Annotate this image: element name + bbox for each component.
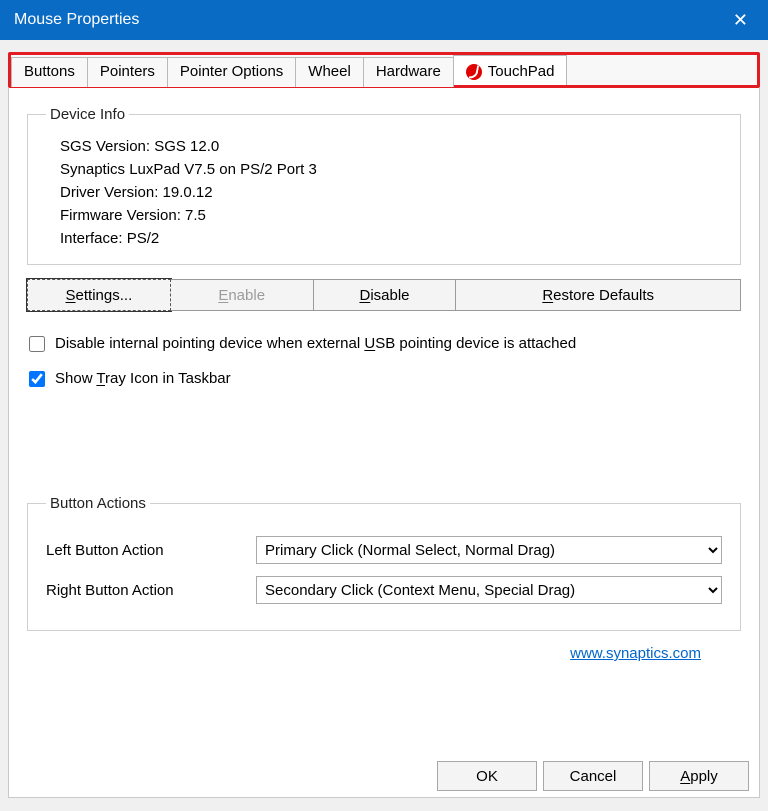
tab-pointers[interactable]: Pointers <box>87 57 168 87</box>
show-tray-checkbox[interactable] <box>29 371 45 387</box>
info-sgs-version: SGS Version: SGS 12.0 <box>60 135 722 158</box>
left-button-select[interactable]: Primary Click (Normal Select, Normal Dra… <box>256 536 722 564</box>
tab-content: Device Info SGS Version: SGS 12.0 Synapt… <box>8 88 760 798</box>
left-button-label: Left Button Action <box>46 542 256 559</box>
synaptics-icon <box>466 64 482 80</box>
device-info-group: Device Info SGS Version: SGS 12.0 Synapt… <box>27 106 741 265</box>
settings-button[interactable]: Settings... <box>27 279 171 311</box>
tab-hardware[interactable]: Hardware <box>363 57 454 87</box>
disable-internal-checkbox[interactable] <box>29 336 45 352</box>
apply-button[interactable]: Apply <box>649 761 749 791</box>
action-button-row: Settings... Enable Disable Restore Defau… <box>27 279 741 311</box>
synaptics-link[interactable]: www.synaptics.com <box>570 645 701 662</box>
right-button-select[interactable]: Secondary Click (Context Menu, Special D… <box>256 576 722 604</box>
button-actions-group: Button Actions Left Button Action Primar… <box>27 495 741 631</box>
disable-button[interactable]: Disable <box>314 279 457 311</box>
restore-defaults-button[interactable]: Restore Defaults <box>456 279 741 311</box>
tab-wheel[interactable]: Wheel <box>295 57 364 87</box>
info-interface: Interface: PS/2 <box>60 227 722 250</box>
info-firmware-version: Firmware Version: 7.5 <box>60 204 722 227</box>
button-actions-legend: Button Actions <box>46 495 150 512</box>
window-title: Mouse Properties <box>14 11 139 29</box>
enable-button: Enable <box>171 279 314 311</box>
show-tray-label: Show Tray Icon in Taskbar <box>55 370 231 387</box>
ok-button[interactable]: OK <box>437 761 537 791</box>
tab-strip: Buttons Pointers Pointer Options Wheel H… <box>8 52 760 88</box>
tab-buttons[interactable]: Buttons <box>11 57 88 87</box>
close-icon[interactable]: ✕ <box>727 10 754 31</box>
info-driver-version: Driver Version: 19.0.12 <box>60 181 722 204</box>
titlebar: Mouse Properties ✕ <box>0 0 768 40</box>
info-device-name: Synaptics LuxPad V7.5 on PS/2 Port 3 <box>60 158 722 181</box>
device-info-legend: Device Info <box>46 106 129 123</box>
disable-internal-label: Disable internal pointing device when ex… <box>55 335 576 352</box>
tab-pointer-options[interactable]: Pointer Options <box>167 57 296 87</box>
right-button-label: Right Button Action <box>46 582 256 599</box>
tab-touchpad[interactable]: TouchPad <box>453 55 568 85</box>
cancel-button[interactable]: Cancel <box>543 761 643 791</box>
